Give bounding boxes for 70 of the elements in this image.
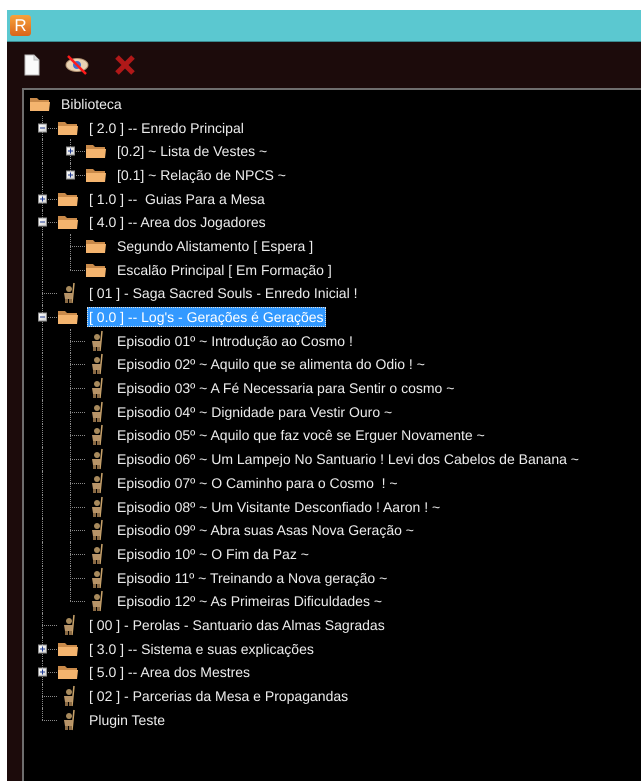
tree-item[interactable]: Episodio 03º ~ A Fé Necessaria para Sentir o cosmo ~ (115, 378, 456, 398)
tree-item[interactable]: [0.2] ~ Lista de Vestes ~ (115, 141, 270, 162)
figure-icon (89, 472, 105, 494)
tree-item[interactable]: [ 5.0 ] -- Area dos Mestres (87, 662, 252, 682)
folder-icon (85, 238, 107, 254)
tree-item[interactable]: Episodio 07º ~ O Caminho para o Cosmo ! ~ (115, 472, 400, 493)
folder-icon (57, 640, 79, 657)
folder-icon (85, 166, 107, 183)
figure-icon (61, 614, 77, 636)
tree-item[interactable]: [ 3.0 ] -- Sistema e suas explicações (87, 638, 316, 659)
eye-slash-icon[interactable] (64, 54, 90, 76)
tree-item[interactable]: [ 00 ] - Perolas - Santuario das Almas Sagradas (87, 614, 387, 635)
tree-item[interactable]: Episodio 11º ~ Treinando a Nova geração ~ (115, 568, 390, 588)
figure-icon (89, 448, 105, 470)
new-document-icon[interactable] (24, 54, 40, 76)
folder-icon (85, 143, 107, 160)
tree-item[interactable]: Biblioteca (59, 94, 124, 114)
tree-item[interactable]: Episodio 05º ~ Aquilo que faz você se Erguer Novamente ~ (115, 425, 487, 446)
tree-item[interactable]: Plugin Teste (87, 710, 168, 730)
tree-item[interactable]: Segundo Alistamento [ Espera ] (115, 236, 316, 256)
tree-item[interactable]: Escalão Principal [ Em Formação ] (115, 260, 334, 280)
plus-icon (39, 645, 46, 652)
figure-icon (61, 282, 77, 304)
tree-item[interactable]: [ 1.0 ] -- Guias Para a Mesa (87, 188, 267, 209)
tree-item[interactable]: [ 4.0 ] -- Area dos Jogadores (87, 212, 268, 232)
figure-icon (61, 708, 77, 731)
tree-item[interactable]: Episodio 06º ~ Um Lampejo No Santuario ! Levi dos Cabelos de Banana ~ (115, 449, 581, 470)
figure-icon (61, 685, 77, 708)
tree-item[interactable]: [ 01 ] - Saga Sacred Souls - Enredo Inicial ! (87, 283, 360, 304)
figure-icon (89, 542, 105, 565)
figure-icon (89, 330, 105, 352)
plus-icon (39, 195, 46, 202)
folder-icon (57, 664, 79, 680)
expand-button[interactable] (66, 170, 75, 180)
expand-button[interactable] (38, 668, 47, 677)
tree-item[interactable]: Episodio 04º ~ Dignidade para Vestir Ouro ~ (115, 402, 394, 422)
plus-icon (67, 171, 74, 178)
figure-icon (89, 400, 105, 423)
collapse-button[interactable] (38, 218, 47, 227)
expand-button[interactable] (38, 644, 47, 654)
folder-icon (85, 262, 107, 278)
expand-button[interactable] (66, 146, 75, 156)
delete-icon[interactable] (114, 54, 136, 76)
figure-icon (89, 496, 105, 518)
app-icon: R (10, 15, 31, 36)
collapse-button[interactable] (38, 312, 47, 322)
figure-icon (89, 377, 105, 400)
tree-item[interactable]: Episodio 12º ~ As Primeiras Dificuldades ~ (115, 591, 384, 612)
tree-item[interactable]: Episodio 09º ~ Abra suas Asas Nova Geração ~ (115, 520, 416, 540)
tree-item[interactable]: [ 02 ] - Parcerias da Mesa e Propagandas (87, 686, 350, 706)
figure-icon (89, 590, 105, 612)
figure-icon (89, 424, 105, 446)
folder-icon (57, 120, 79, 136)
figure-icon (89, 566, 105, 589)
collapse-button[interactable] (38, 123, 47, 132)
folder-icon (57, 214, 79, 230)
expand-button[interactable] (38, 194, 47, 204)
figure-icon (89, 353, 105, 376)
tree-item[interactable]: Episodio 02º ~ Aquilo que se alimenta do Odio ! ~ (115, 354, 427, 374)
folder-icon (29, 96, 51, 112)
tree-item[interactable]: Episodio 10º ~ O Fim da Paz ~ (115, 544, 311, 564)
plus-icon (39, 668, 46, 676)
plus-icon (67, 148, 74, 155)
folder-icon (57, 309, 79, 326)
tree-item[interactable]: [0.1] ~ Relação de NPCS ~ (115, 164, 288, 185)
tree-item[interactable]: Episodio 08º ~ Um Visitante Desconfiado ! Aaron ! ~ (115, 496, 442, 517)
folder-icon (57, 190, 79, 207)
tree-item[interactable]: [ 2.0 ] -- Enredo Principal (87, 118, 246, 138)
tree-item[interactable]: Episodio 01º ~ Introdução ao Cosmo ! (115, 330, 355, 351)
figure-icon (89, 519, 105, 542)
